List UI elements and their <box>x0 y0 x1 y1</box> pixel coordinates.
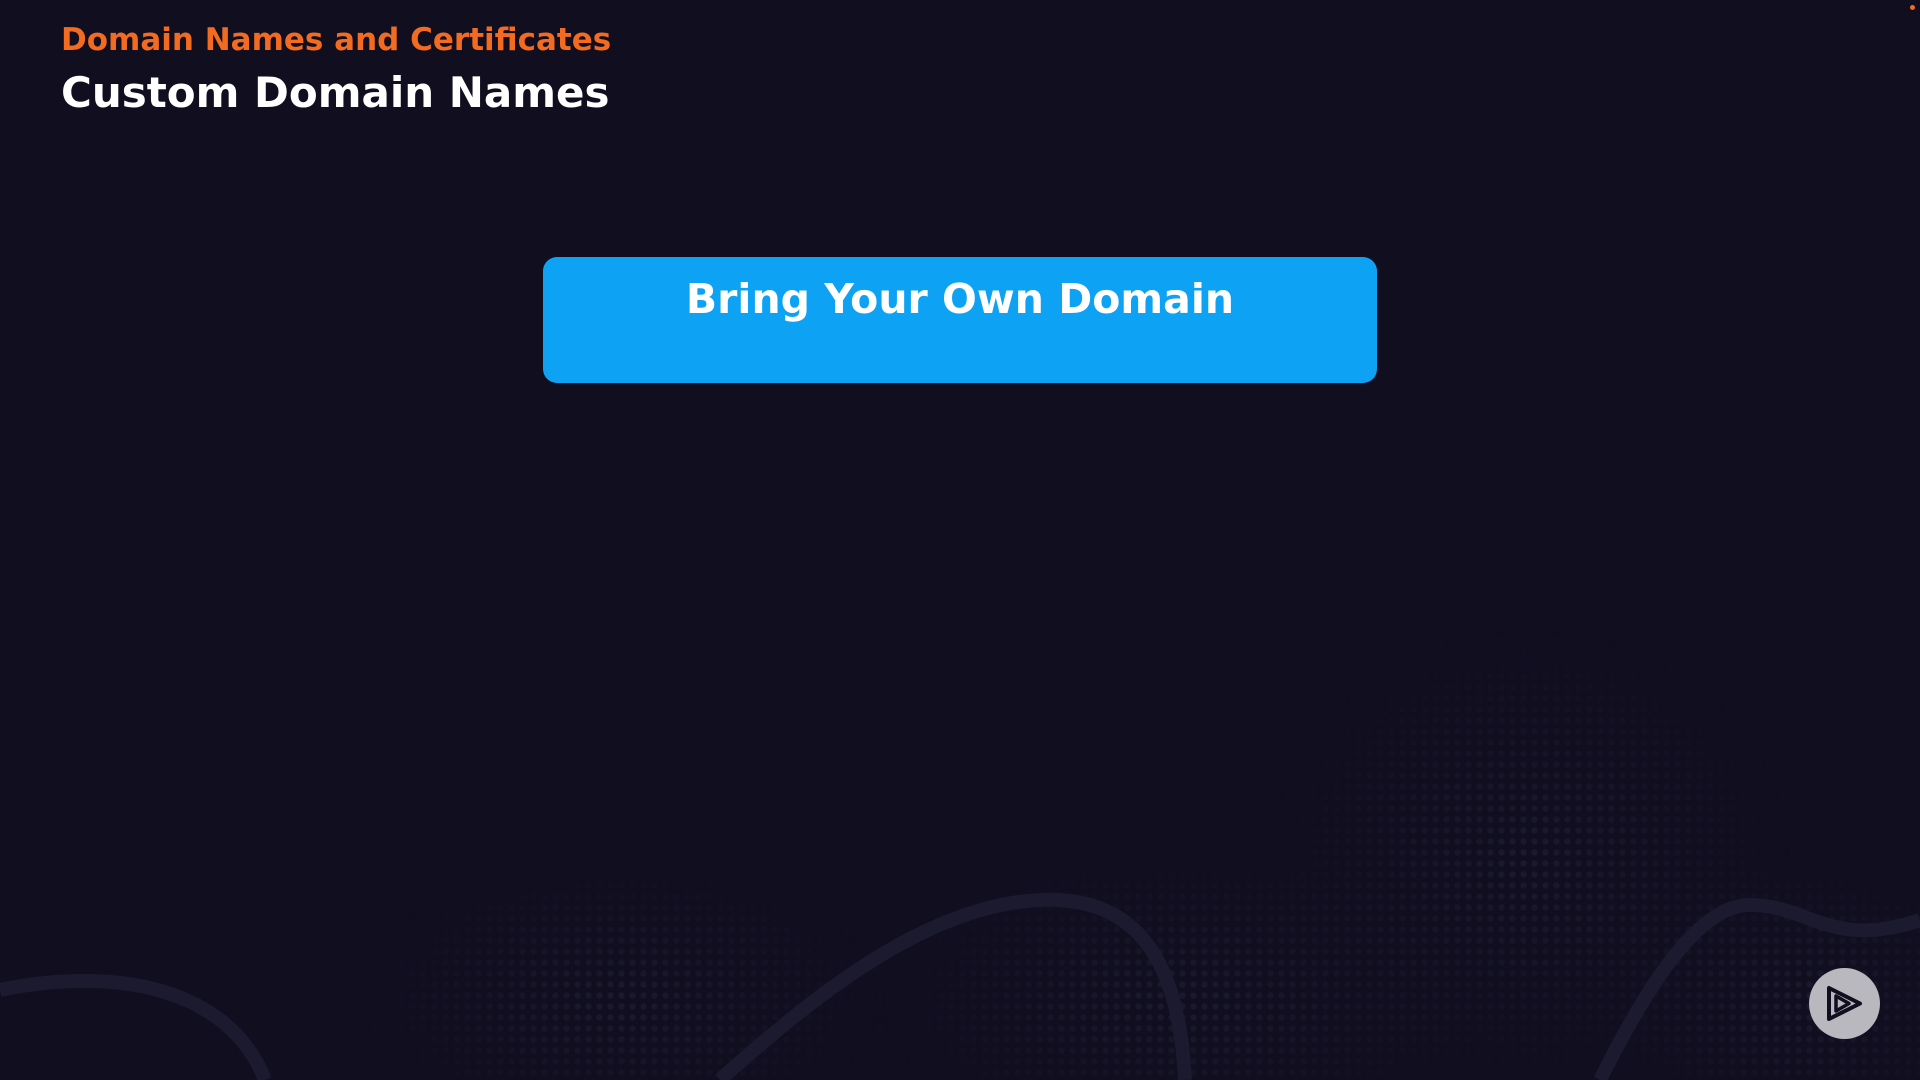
play-button[interactable] <box>1809 968 1880 1039</box>
callout-box: Bring Your Own Domain <box>543 257 1377 383</box>
slide-title: Custom Domain Names <box>61 68 610 117</box>
section-label: Domain Names and Certificates <box>61 22 612 58</box>
play-logo-icon <box>1827 986 1862 1021</box>
background-dot-pattern <box>0 0 1920 1080</box>
callout-text: Bring Your Own Domain <box>685 275 1235 323</box>
corner-dot <box>1910 5 1915 10</box>
